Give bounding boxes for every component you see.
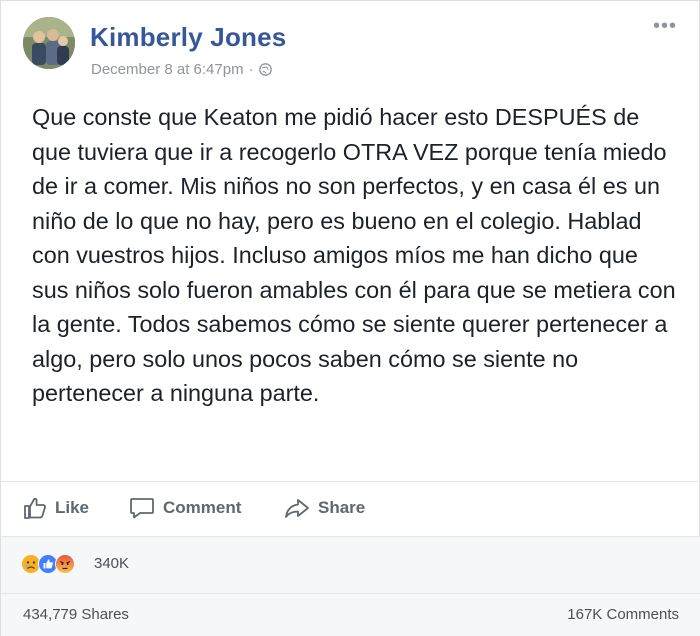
reaction-count[interactable]: 340K bbox=[94, 555, 129, 572]
author-avatar[interactable] bbox=[23, 17, 75, 69]
thumbs-up-icon bbox=[23, 496, 47, 520]
post-timestamp[interactable]: December 8 at 6:47pm bbox=[91, 61, 244, 78]
shares-count[interactable]: 434,779 Shares bbox=[23, 606, 129, 623]
like-label: Like bbox=[55, 498, 90, 517]
share-label: Share bbox=[318, 498, 366, 517]
author-name[interactable]: Kimberly Jones bbox=[90, 22, 286, 53]
share-arrow-icon bbox=[284, 496, 310, 520]
comment-label: Comment bbox=[163, 498, 242, 517]
globe-icon[interactable] bbox=[258, 63, 272, 76]
comments-count[interactable]: 167K Comments bbox=[567, 606, 679, 623]
post-footer: 434,779 Shares 167K Comments bbox=[1, 594, 700, 636]
comment-button[interactable]: Comment bbox=[129, 496, 241, 520]
like-button[interactable]: Like bbox=[23, 496, 89, 520]
post-actions: Like Comment Share bbox=[1, 482, 700, 536]
post-card: Kimberly Jones December 8 at 6:47pm · ••… bbox=[0, 0, 700, 636]
meta-separator: · bbox=[248, 61, 254, 78]
reaction-icons[interactable] bbox=[21, 554, 75, 574]
share-button[interactable]: Share bbox=[284, 496, 365, 520]
post-body: Que conste que Keaton me pidió hacer est… bbox=[32, 104, 676, 406]
angry-emoji-icon bbox=[55, 554, 75, 574]
more-options-icon[interactable]: ••• bbox=[653, 16, 677, 36]
comment-icon bbox=[129, 496, 155, 520]
reactions-bar: 340K bbox=[1, 537, 700, 593]
post-meta: December 8 at 6:47pm · bbox=[91, 61, 272, 78]
